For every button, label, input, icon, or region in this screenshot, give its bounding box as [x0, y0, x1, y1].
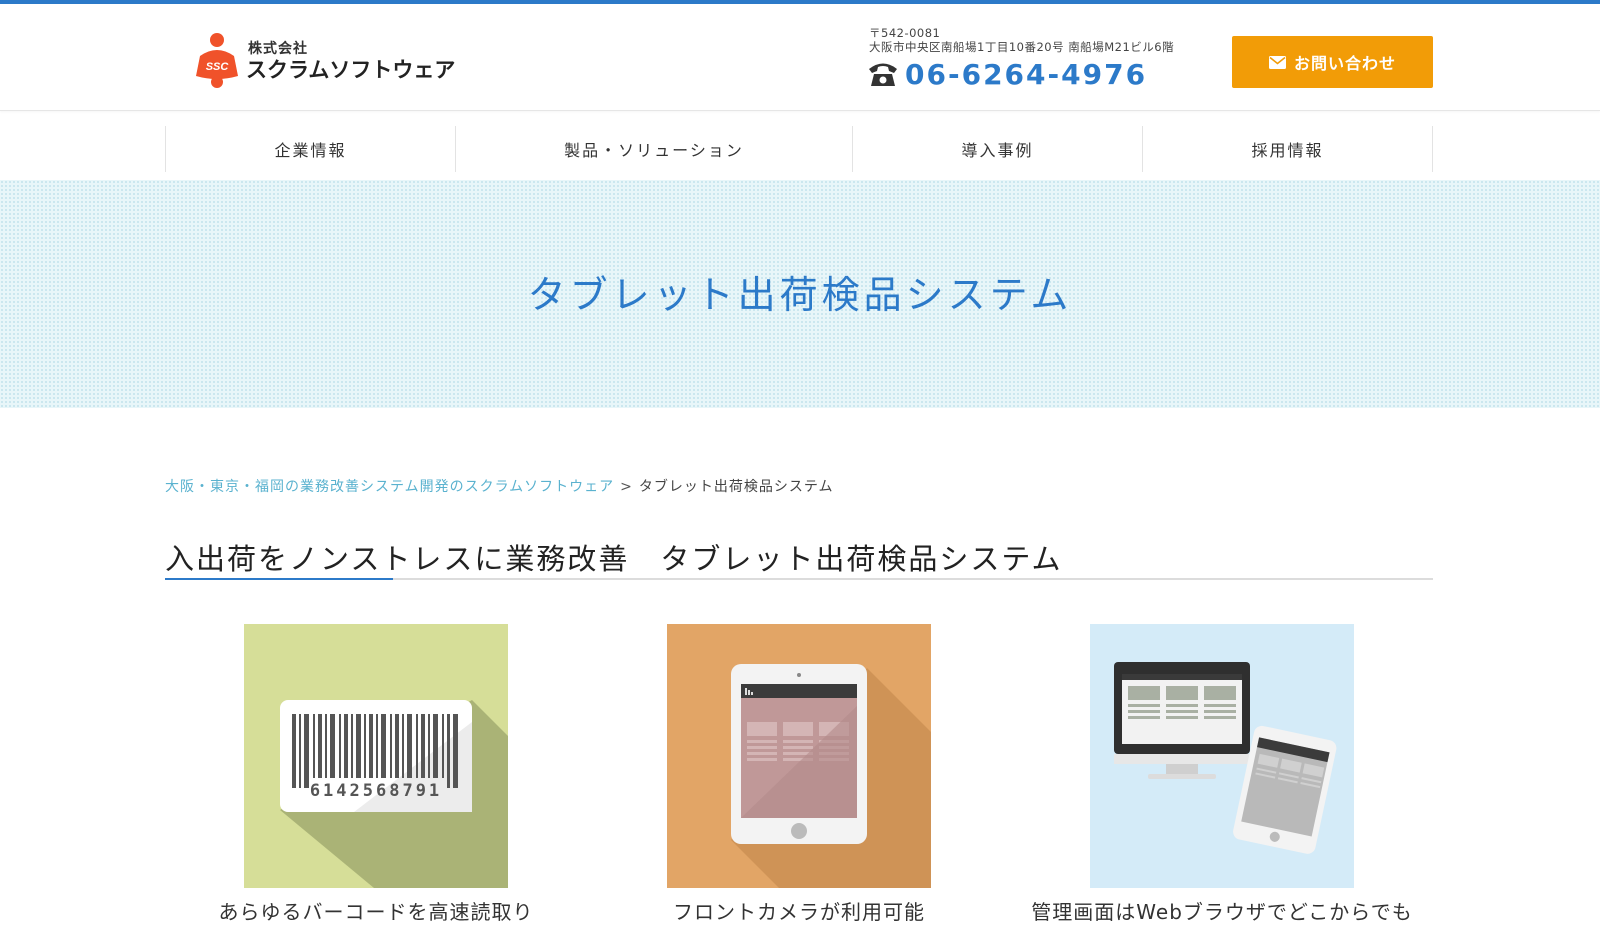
feature-barcode: 6142568791 あらゆるバーコードを高速読取り	[219, 624, 533, 924]
feature-tablet-camera: フロントカメラが利用可能	[667, 624, 931, 924]
barcode-icon: 6142568791	[244, 624, 508, 888]
breadcrumb: 大阪・東京・福岡の業務改善システム開発のスクラムソフトウェア > タブレット出荷検品…	[165, 476, 834, 496]
nav-item-recruit[interactable]: 採用情報	[1142, 126, 1433, 172]
site-header: SSC 株式会社 スクラムソフトウェア 〒542-0081 大阪市中央区南船場1…	[0, 4, 1600, 111]
logo-mark-icon: SSC	[196, 33, 238, 88]
address-line: 大阪市中央区南船場1丁目10番20号 南船場M21ビル6階	[869, 40, 1175, 54]
barcode-illustration: 6142568791	[244, 624, 508, 888]
monitor-tablet-icon	[1090, 624, 1354, 888]
global-nav: 企業情報 製品・ソリューション 導入事例 採用情報	[165, 126, 1433, 172]
breadcrumb-current: タブレット出荷検品システム	[638, 479, 834, 495]
telephone-icon	[869, 63, 897, 86]
section-heading: 入出荷をノンストレスに業務改善 タブレット出荷検品システム	[165, 536, 1433, 580]
page-hero: タブレット出荷検品システム	[0, 180, 1600, 408]
company-logo[interactable]: SSC 株式会社 スクラムソフトウェア	[194, 32, 455, 88]
tablet-illustration	[667, 624, 931, 888]
tablet-icon	[667, 624, 931, 888]
svg-text:SSC: SSC	[206, 61, 230, 73]
nav-item-cases[interactable]: 導入事例	[852, 126, 1142, 172]
nav-item-products[interactable]: 製品・ソリューション	[455, 126, 852, 172]
feature-caption: あらゆるバーコードを高速読取り	[218, 900, 534, 924]
feature-web-admin: 管理画面はWebブラウザでどこからでも	[1031, 624, 1412, 924]
breadcrumb-home-link[interactable]: 大阪・東京・福岡の業務改善システム開発のスクラムソフトウェア	[165, 479, 614, 495]
monitor-tablet-illustration	[1090, 624, 1354, 888]
mail-icon	[1268, 55, 1286, 69]
section-title-accent	[165, 578, 393, 580]
postal-code: 〒542-0081	[869, 26, 941, 40]
contact-button-label: お問い合わせ	[1293, 56, 1396, 73]
contact-button[interactable]: お問い合わせ	[1232, 36, 1433, 88]
feature-caption: フロントカメラが利用可能	[673, 900, 925, 924]
breadcrumb-separator: >	[620, 479, 633, 495]
logo-company-name: スクラムソフトウェア	[246, 58, 456, 82]
phone-number-block[interactable]: 06-6264-4976	[867, 56, 1147, 92]
phone-number: 06-6264-4976	[905, 57, 1148, 91]
company-address: 〒542-0081 大阪市中央区南船場1丁目10番20号 南船場M21ビル6階	[869, 26, 1174, 54]
section-title: 入出荷をノンストレスに業務改善 タブレット出荷検品システム	[165, 542, 1063, 576]
page-title: タブレット出荷検品システム	[527, 273, 1073, 317]
svg-text:6142568791: 6142568791	[310, 781, 442, 801]
nav-item-company[interactable]: 企業情報	[165, 126, 455, 172]
feature-caption: 管理画面はWebブラウザでどこからでも	[1031, 900, 1413, 924]
